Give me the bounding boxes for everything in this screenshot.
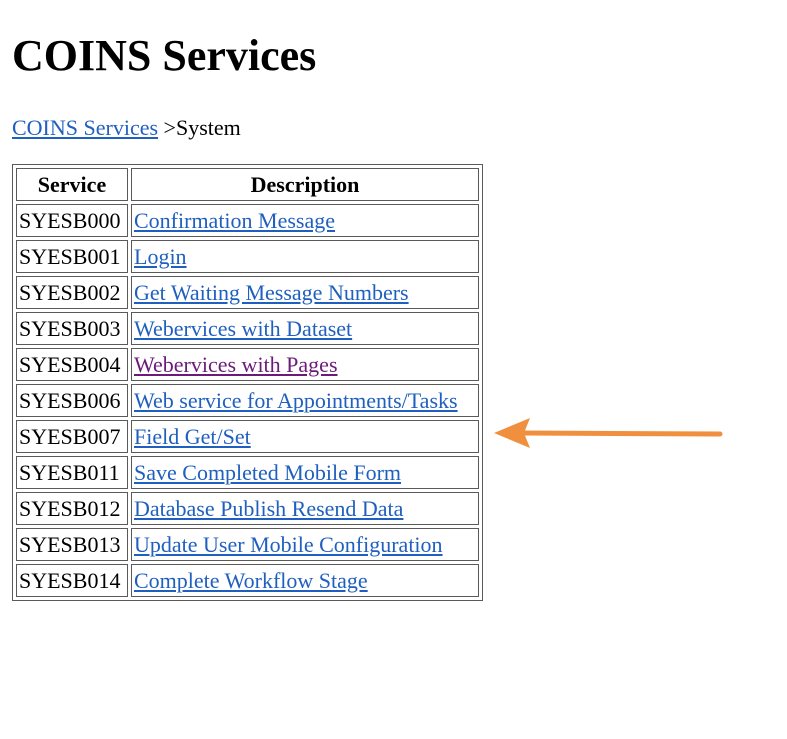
service-code: SYESB011: [16, 456, 128, 489]
service-code: SYESB003: [16, 312, 128, 345]
breadcrumb-current: >System: [163, 115, 241, 140]
page-title: COINS Services: [12, 31, 317, 80]
table-row: SYESB000 Confirmation Message: [16, 204, 479, 237]
table-row: SYESB001 Login: [16, 240, 479, 273]
service-link-visited[interactable]: Webervices with Pages: [134, 352, 338, 377]
table-row: SYESB013 Update User Mobile Configuratio…: [16, 528, 479, 561]
service-link[interactable]: Complete Workflow Stage: [134, 568, 368, 593]
service-link[interactable]: Web service for Appointments/Tasks: [134, 388, 458, 413]
service-code: SYESB004: [16, 348, 128, 381]
service-link[interactable]: Confirmation Message: [134, 208, 335, 233]
table-row: SYESB006 Web service for Appointments/Ta…: [16, 384, 479, 417]
service-code: SYESB012: [16, 492, 128, 525]
service-link[interactable]: Get Waiting Message Numbers: [134, 280, 409, 305]
breadcrumb: COINS Services >System: [12, 114, 241, 142]
service-code: SYESB006: [16, 384, 128, 417]
service-code: SYESB002: [16, 276, 128, 309]
table-row: SYESB011 Save Completed Mobile Form: [16, 456, 479, 489]
service-link[interactable]: Save Completed Mobile Form: [134, 460, 401, 485]
service-code: SYESB013: [16, 528, 128, 561]
table-row: SYESB002 Get Waiting Message Numbers: [16, 276, 479, 309]
column-header-service: Service: [16, 168, 128, 201]
table-row: SYESB012 Database Publish Resend Data: [16, 492, 479, 525]
table-row: SYESB004 Webervices with Pages: [16, 348, 479, 381]
service-link[interactable]: Database Publish Resend Data: [134, 496, 403, 521]
table-row: SYESB014 Complete Workflow Stage: [16, 564, 479, 597]
arrow-left-icon: [494, 418, 723, 448]
service-link[interactable]: Webervices with Dataset: [134, 316, 352, 341]
service-code: SYESB001: [16, 240, 128, 273]
table-row: SYESB007 Field Get/Set: [16, 420, 479, 453]
services-table: Service Description SYESB000 Confirmatio…: [12, 164, 483, 601]
service-code: SYESB014: [16, 564, 128, 597]
service-link[interactable]: Update User Mobile Configuration: [134, 532, 443, 557]
breadcrumb-link-coins-services[interactable]: COINS Services: [12, 115, 158, 140]
service-link[interactable]: Field Get/Set: [134, 424, 251, 449]
service-code: SYESB000: [16, 204, 128, 237]
table-header-row: Service Description: [16, 168, 479, 201]
service-code: SYESB007: [16, 420, 128, 453]
table-row: SYESB003 Webervices with Dataset: [16, 312, 479, 345]
column-header-description: Description: [131, 168, 479, 201]
service-link[interactable]: Login: [134, 244, 187, 269]
